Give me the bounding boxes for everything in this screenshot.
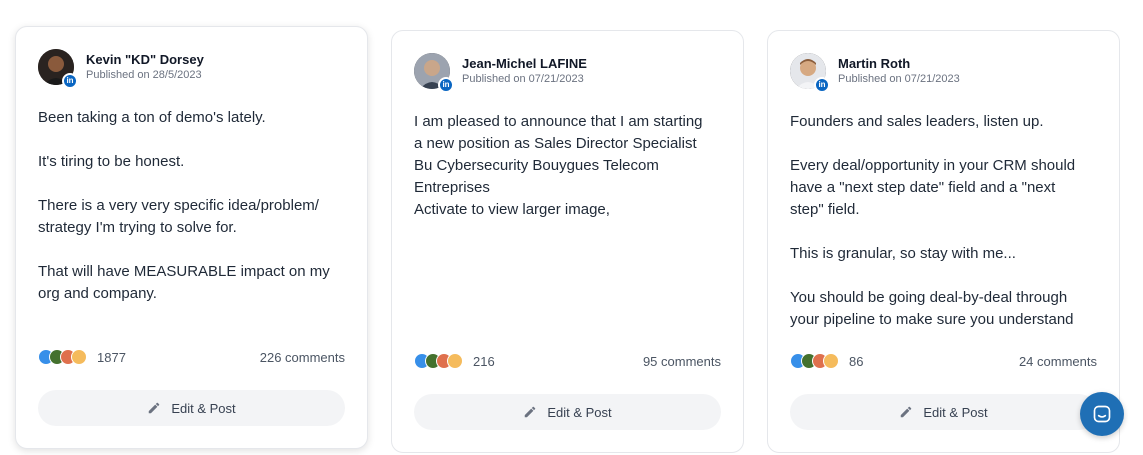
post-text: Been taking a ton of demo's lately. It's… (38, 109, 330, 302)
published-date: Published on 07/21/2023 (838, 73, 960, 85)
post-header: in Martin Roth Published on 07/21/2023 (790, 53, 960, 93)
insightful-icon (71, 349, 87, 365)
pencil-icon (899, 405, 913, 419)
avatar: in (790, 53, 830, 93)
reaction-count: 216 (473, 353, 495, 369)
chat-icon (1092, 404, 1112, 424)
edit-post-button[interactable]: Edit & Post (38, 390, 345, 426)
author-name: Kevin "KD" Dorsey (86, 52, 204, 67)
post-header: in Jean-Michel LAFINE Published on 07/21… (414, 53, 587, 93)
reaction-count: 1877 (97, 349, 126, 365)
post-card: in Kevin "KD" Dorsey Published on 28/5/2… (15, 26, 368, 449)
post-text: Founders and sales leaders, listen up. E… (790, 113, 1076, 328)
post-header: in Kevin "KD" Dorsey Published on 28/5/2… (38, 49, 204, 89)
linkedin-icon: in (438, 77, 454, 93)
post-stats: 86 24 comments (790, 353, 1097, 369)
avatar: in (414, 53, 454, 93)
edit-post-button[interactable]: Edit & Post (414, 394, 721, 430)
reactions[interactable]: 86 (790, 353, 863, 369)
author-name: Jean-Michel LAFINE (462, 56, 587, 71)
reaction-icons (790, 353, 839, 369)
edit-post-label: Edit & Post (923, 404, 988, 420)
insightful-icon (823, 353, 839, 369)
chat-launcher-button[interactable] (1080, 392, 1124, 436)
reactions[interactable]: 216 (414, 353, 495, 369)
published-date: Published on 07/21/2023 (462, 73, 584, 85)
reactions[interactable]: 1877 (38, 349, 126, 365)
reaction-icons (414, 353, 463, 369)
avatar: in (38, 49, 78, 89)
edit-post-button[interactable]: Edit & Post (790, 394, 1097, 430)
edit-post-label: Edit & Post (547, 404, 612, 420)
post-text: I am pleased to announce that I am start… (414, 113, 703, 218)
post-stats: 216 95 comments (414, 353, 721, 369)
reaction-count: 86 (849, 353, 864, 369)
comment-count[interactable]: 226 comments (260, 350, 345, 365)
comment-count[interactable]: 95 comments (643, 354, 721, 369)
post-card: in Jean-Michel LAFINE Published on 07/21… (391, 30, 744, 453)
pencil-icon (147, 401, 161, 415)
insightful-icon (447, 353, 463, 369)
reaction-icons (38, 349, 87, 365)
linkedin-icon: in (62, 73, 78, 89)
author-name: Martin Roth (838, 56, 911, 71)
edit-post-label: Edit & Post (171, 400, 236, 416)
post-card: in Martin Roth Published on 07/21/2023 F… (767, 30, 1120, 453)
linkedin-icon: in (814, 77, 830, 93)
pencil-icon (523, 405, 537, 419)
published-date: Published on 28/5/2023 (86, 69, 202, 81)
comment-count[interactable]: 24 comments (1019, 354, 1097, 369)
post-stats: 1877 226 comments (38, 349, 345, 365)
